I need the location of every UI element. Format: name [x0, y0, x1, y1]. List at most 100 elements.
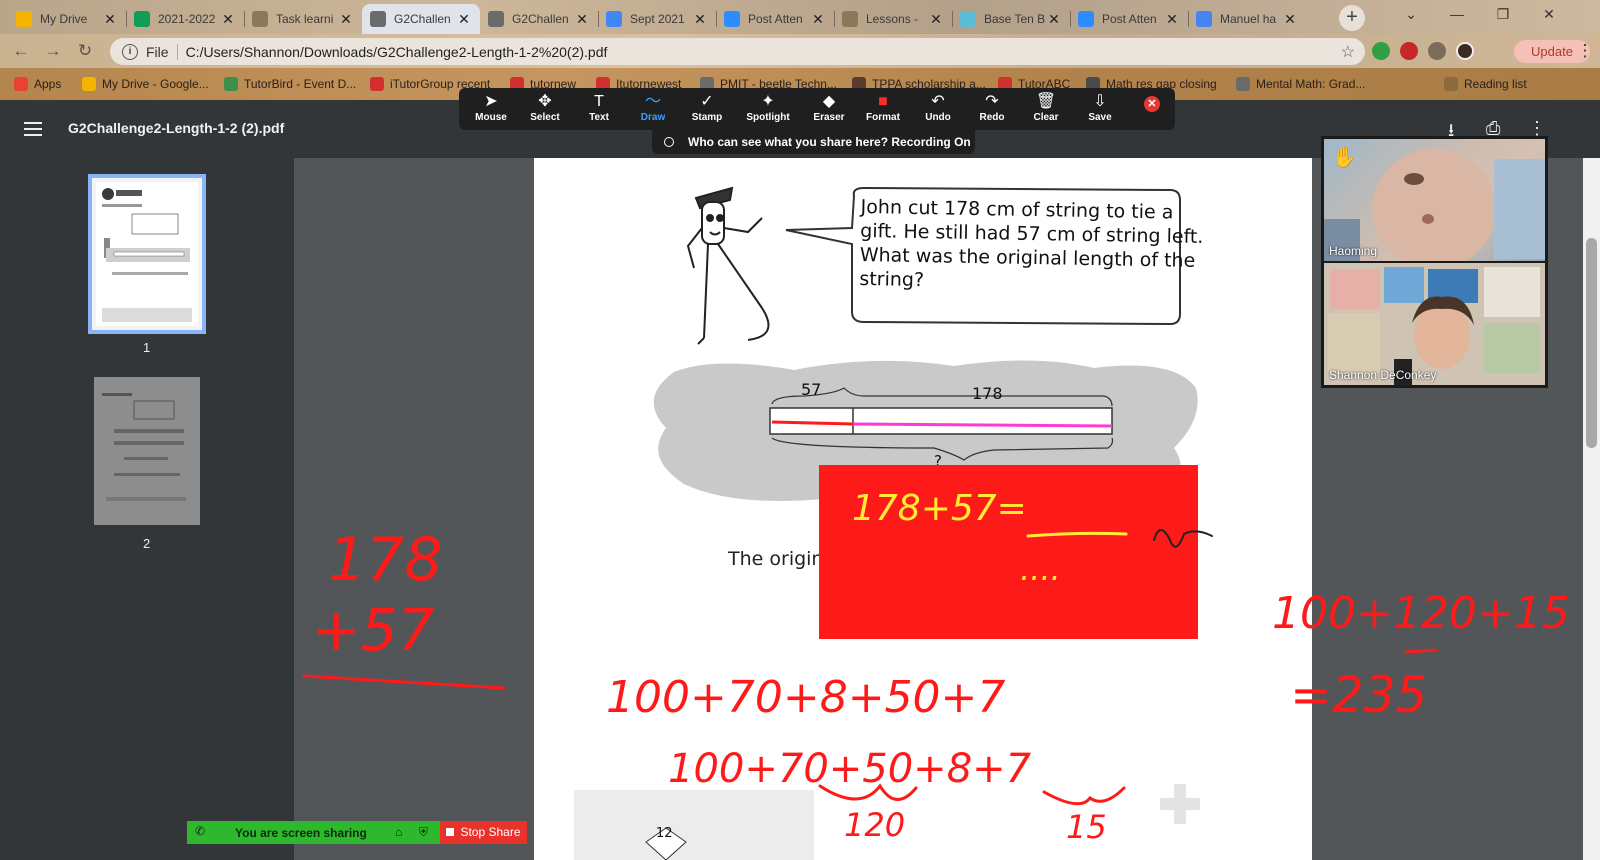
zoom-icon: [724, 11, 740, 27]
bookmark-label: Apps: [34, 77, 62, 91]
bookmark-item[interactable]: Apps: [14, 75, 61, 93]
browser-tab[interactable]: G2Challen ✕: [362, 4, 480, 34]
tool-draw[interactable]: 〜 Draw: [626, 92, 680, 128]
tab-close-icon[interactable]: ✕: [928, 11, 944, 28]
menu-icon[interactable]: [24, 122, 42, 136]
bookmark-star-icon[interactable]: ☆: [1341, 42, 1355, 62]
browser-tab[interactable]: Sept 2021 ✕: [598, 4, 716, 34]
tool-select[interactable]: ✥ Select: [518, 92, 572, 128]
recording-banner[interactable]: Who can see what you share here? Recordi…: [652, 130, 975, 154]
bookmark-favicon-icon: [1444, 77, 1458, 91]
close-window-icon[interactable]: ✕: [1526, 0, 1572, 30]
tool-label: Text: [589, 112, 609, 123]
browser-tab[interactable]: G2Challen ✕: [480, 4, 598, 34]
tool-save[interactable]: ⇩ Save: [1073, 92, 1127, 128]
browser-tab[interactable]: Task learni ✕: [244, 4, 362, 34]
url-text[interactable]: C:/Users/Shannon/Downloads/G2Challenge2-…: [186, 44, 608, 60]
restore-icon[interactable]: ❐: [1480, 0, 1526, 30]
bookmark-item[interactable]: My Drive - Google...: [82, 75, 209, 93]
scrollbar-thumb[interactable]: [1586, 238, 1597, 448]
phone-icon: ✆: [195, 824, 206, 838]
stop-share-label: Stop Share: [460, 825, 521, 839]
screen-sharing-status: You are screen sharing: [235, 826, 367, 840]
minimize-icon[interactable]: —: [1434, 0, 1480, 30]
tab-close-icon[interactable]: ✕: [810, 11, 826, 28]
bookmark-item[interactable]: Mental Math: Grad...: [1236, 75, 1365, 93]
tool-label: Undo: [925, 112, 951, 123]
new-tab-button[interactable]: +: [1339, 5, 1365, 31]
stop-share-button[interactable]: Stop Share: [440, 821, 527, 844]
tool-label: Eraser: [813, 112, 845, 123]
tool-stamp[interactable]: ✓ Stamp: [680, 92, 734, 128]
eraser-icon: ◆: [822, 93, 836, 110]
tool-spotlight[interactable]: ✦ Spotlight: [741, 92, 795, 128]
browser-tab[interactable]: Base Ten B ✕: [952, 4, 1070, 34]
tab-label: G2Challen: [512, 12, 569, 26]
shannon-video-frame: [1324, 263, 1545, 385]
tab-search-icon[interactable]: ⌄: [1388, 0, 1434, 30]
chrome-menu-icon[interactable]: ⋮: [1574, 41, 1596, 61]
tool-mouse[interactable]: ➤ Mouse: [464, 92, 518, 128]
tab-close-icon[interactable]: ✕: [574, 11, 590, 28]
globe-icon: [370, 11, 386, 27]
extensions-puzzle-icon[interactable]: [1428, 42, 1446, 60]
page-number: 12: [656, 826, 673, 841]
video-tile-haoming[interactable]: ✋ Haoming: [1324, 139, 1545, 261]
plus-decoration: [1160, 784, 1200, 824]
tool-label: Save: [1088, 112, 1112, 123]
tool-format[interactable]: ■ Format: [856, 92, 910, 128]
extension-ublock-icon[interactable]: [1400, 42, 1418, 60]
bookmark-item[interactable]: TutorBird - Event D...: [224, 75, 356, 93]
extension-green-icon[interactable]: [1372, 42, 1390, 60]
bookmark-label: Reading list: [1464, 77, 1527, 91]
tab-close-icon[interactable]: ✕: [1046, 11, 1062, 28]
browser-tab[interactable]: 2021-2022 ✕: [126, 4, 244, 34]
bookmark-label: My Drive - Google...: [102, 77, 209, 91]
url-divider: [176, 43, 178, 60]
bookmark-item[interactable]: Reading list: [1444, 75, 1527, 93]
page-thumbnail-2[interactable]: [94, 377, 200, 525]
recording-icon: [664, 137, 674, 147]
back-icon[interactable]: ←: [10, 41, 32, 61]
share-options-icon[interactable]: ⌂: [395, 825, 402, 839]
bar-model-outer: [769, 407, 1113, 435]
tab-close-icon[interactable]: ✕: [1164, 11, 1180, 28]
tool-label: Draw: [640, 112, 666, 123]
tool-clear[interactable]: 🗑 Clear: [1019, 92, 1073, 128]
tab-close-icon[interactable]: ✕: [1282, 11, 1298, 28]
haoming-video-frame: [1324, 149, 1545, 261]
tab-close-icon[interactable]: ✕: [692, 11, 708, 28]
pdf-title: G2Challenge2-Length-1-2 (2).pdf: [68, 120, 285, 136]
apps-grid-icon: [14, 77, 28, 91]
browser-tab[interactable]: Post Atten ✕: [716, 4, 834, 34]
bookmark-favicon-icon: [82, 77, 96, 91]
forward-icon[interactable]: →: [42, 41, 64, 61]
raised-hand-icon: ✋: [1332, 147, 1357, 169]
profile-avatar[interactable]: [1456, 42, 1474, 60]
tab-close-icon[interactable]: ✕: [102, 11, 118, 28]
browser-tab[interactable]: Lessons - ✕: [834, 4, 952, 34]
tab-close-icon[interactable]: ✕: [456, 11, 472, 28]
tool-eraser[interactable]: ◆ Eraser: [802, 92, 856, 128]
close-annotation-icon[interactable]: ✕: [1144, 96, 1160, 112]
reload-icon[interactable]: ↻: [74, 41, 96, 61]
thumbnail-sidebar: 1 2: [0, 158, 294, 860]
page-thumbnail-1[interactable]: [88, 174, 206, 334]
browser-tab[interactable]: Post Atten ✕: [1070, 4, 1188, 34]
google-docs-icon: [606, 11, 622, 27]
move-icon: ✥: [538, 93, 552, 110]
tab-close-icon[interactable]: ✕: [220, 11, 236, 28]
vertical-scrollbar[interactable]: [1583, 158, 1600, 860]
video-tile-shannon[interactable]: Shannon DeConkey: [1324, 263, 1545, 385]
security-shield-icon[interactable]: ⛨: [419, 825, 428, 840]
tab-label: Manuel ha: [1220, 12, 1277, 26]
omnibox[interactable]: i File C:/Users/Shannon/Downloads/G2Chal…: [110, 38, 1365, 65]
tool-redo[interactable]: ↷ Redo: [965, 92, 1019, 128]
browser-tab[interactable]: Manuel ha ✕: [1188, 4, 1306, 34]
tool-undo[interactable]: ↶ Undo: [911, 92, 965, 128]
site-info-icon[interactable]: i: [122, 43, 138, 60]
tab-close-icon[interactable]: ✕: [338, 11, 354, 28]
bookmark-favicon-icon: [224, 77, 238, 91]
browser-tab[interactable]: My Drive ✕: [8, 4, 126, 34]
tool-text[interactable]: T Text: [572, 92, 626, 128]
